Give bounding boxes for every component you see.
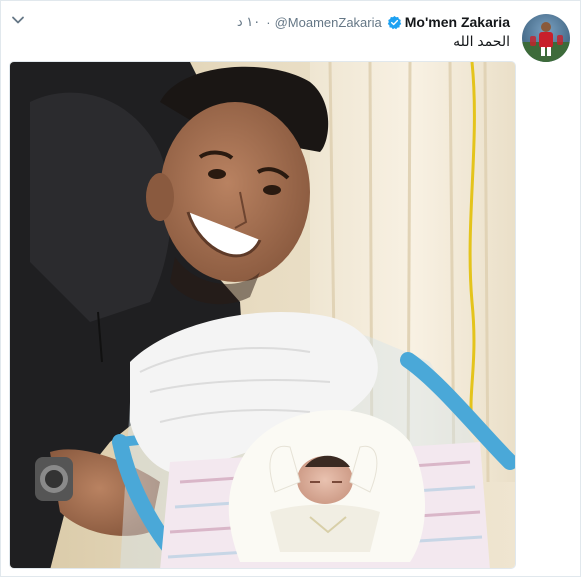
tweet-photo[interactable] — [9, 61, 516, 569]
verified-badge-icon — [387, 15, 402, 30]
tweet-text: الحمد الله — [453, 33, 510, 49]
separator-dot: · — [266, 14, 271, 30]
tweet-card[interactable]: ١٠ د · @MoamenZakaria Mo'men Zakaria الح… — [0, 0, 581, 577]
user-display-name[interactable]: Mo'men Zakaria — [405, 14, 510, 30]
tweet-header: ١٠ د · @MoamenZakaria Mo'men Zakaria — [237, 11, 510, 33]
tweet-timestamp[interactable]: ١٠ د — [237, 14, 260, 30]
chevron-down-icon[interactable] — [9, 11, 27, 29]
user-handle[interactable]: @MoamenZakaria — [275, 15, 382, 30]
avatar[interactable] — [522, 14, 570, 62]
